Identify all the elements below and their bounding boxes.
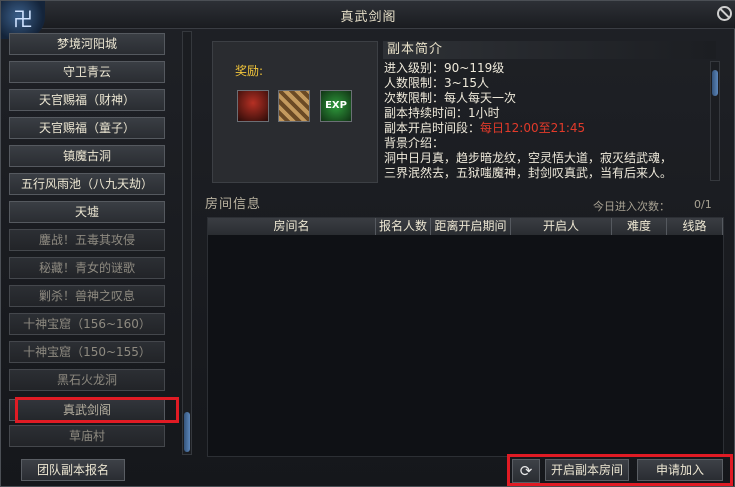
today-entries-label: 今日进入次数： [593, 200, 670, 213]
background-line: 三界泯然去，五狱嗤魔神，封剑叹真武，当有后来人。 [384, 166, 673, 180]
dungeon-item[interactable]: 十神宝窟（150~155） [9, 341, 165, 363]
reward-panel: 奖励: EXP [212, 41, 378, 183]
open-time-label: 副本开启时间段： [384, 121, 481, 135]
background-label: 背景介绍： [384, 136, 445, 150]
dungeon-item[interactable]: 秘藏！青女的谜歌 [9, 257, 165, 279]
intro-scrollbar[interactable] [710, 61, 720, 181]
room-info-title: 房间信息 [205, 197, 262, 212]
intro-header: 副本简介 [383, 41, 716, 59]
dungeon-item[interactable]: 鏖战！五毒其攻侵 [9, 229, 165, 251]
claw-icon[interactable] [278, 90, 310, 122]
dungeon-item[interactable]: 天墟 [9, 201, 165, 223]
exp-icon[interactable]: EXP [320, 90, 352, 122]
column-header-difficulty[interactable]: 难度 [612, 218, 667, 235]
open-room-button[interactable]: 开启副本房间 [545, 459, 629, 481]
dungeon-window: 卍 真武剑阁 梦境河阳城 守卫青云 天官赐福（财神） 天官赐福（童子） 镇魔古洞… [0, 0, 735, 487]
player-limit: 人数限制：3~15人 [384, 76, 489, 90]
dungeon-item[interactable]: 十神宝窟（156~160） [9, 313, 165, 335]
apply-join-button[interactable]: 申请加入 [637, 459, 723, 481]
column-header-opener[interactable]: 开启人 [511, 218, 612, 235]
count-limit: 次数限制：每人每天一次 [384, 91, 517, 105]
level-range: 进入级别：90~119级 [384, 61, 505, 75]
dungeon-item[interactable]: 天官赐福（财神） [9, 89, 165, 111]
title-bar[interactable]: 卍 真武剑阁 [1, 1, 735, 39]
team-signup-button[interactable]: 团队副本报名 [21, 459, 125, 481]
dungeon-item[interactable]: 天官赐福（童子） [9, 117, 165, 139]
open-time: 副本开启时间段：每日12:00至21:45 [384, 121, 704, 136]
background-line: 洞中日月真，趋步暗龙纹，空灵悟大道，寂灭结武魂， [384, 151, 673, 165]
duration: 副本持续时间：1小时 [384, 106, 500, 120]
dungeon-item[interactable]: 守卫青云 [9, 61, 165, 83]
column-header-signups[interactable]: 报名人数 [376, 218, 431, 235]
refresh-icon[interactable]: ⟳ [512, 459, 540, 483]
column-header-line[interactable]: 线路 [667, 218, 723, 235]
scrollbar-thumb[interactable] [184, 412, 190, 452]
dungeon-item[interactable]: 黑石火龙洞 [9, 369, 165, 391]
window-title: 真武剑阁 [340, 10, 397, 25]
scrollbar-thumb[interactable] [712, 70, 718, 96]
dungeon-item[interactable]: 剿杀！兽神之叹息 [9, 285, 165, 307]
dungeon-item[interactable]: 草庙村 [9, 425, 165, 447]
room-table: 房间名 报名人数 距离开启期间 开启人 难度 线路 [207, 217, 724, 457]
intro-body: 进入级别：90~119级 人数限制：3~15人 次数限制：每人每天一次 副本持续… [384, 61, 704, 181]
column-header-room-name[interactable]: 房间名 [208, 218, 376, 235]
weapon-icon[interactable] [237, 90, 269, 122]
open-time-value: 每日12:00至21:45 [480, 121, 586, 135]
today-entries-value: 0/1 [694, 198, 712, 211]
selected-dungeon-highlight [15, 397, 179, 423]
dungeon-list-scrollbar[interactable] [182, 31, 192, 455]
reward-label: 奖励: [235, 64, 264, 78]
dungeon-item[interactable]: 梦境河阳城 [9, 33, 165, 55]
column-header-time-to-open[interactable]: 距离开启期间 [431, 218, 511, 235]
dungeon-item[interactable]: 五行风雨池（八九天劫） [9, 173, 165, 195]
dungeon-item[interactable]: 镇魔古洞 [9, 145, 165, 167]
close-icon[interactable] [717, 6, 732, 21]
